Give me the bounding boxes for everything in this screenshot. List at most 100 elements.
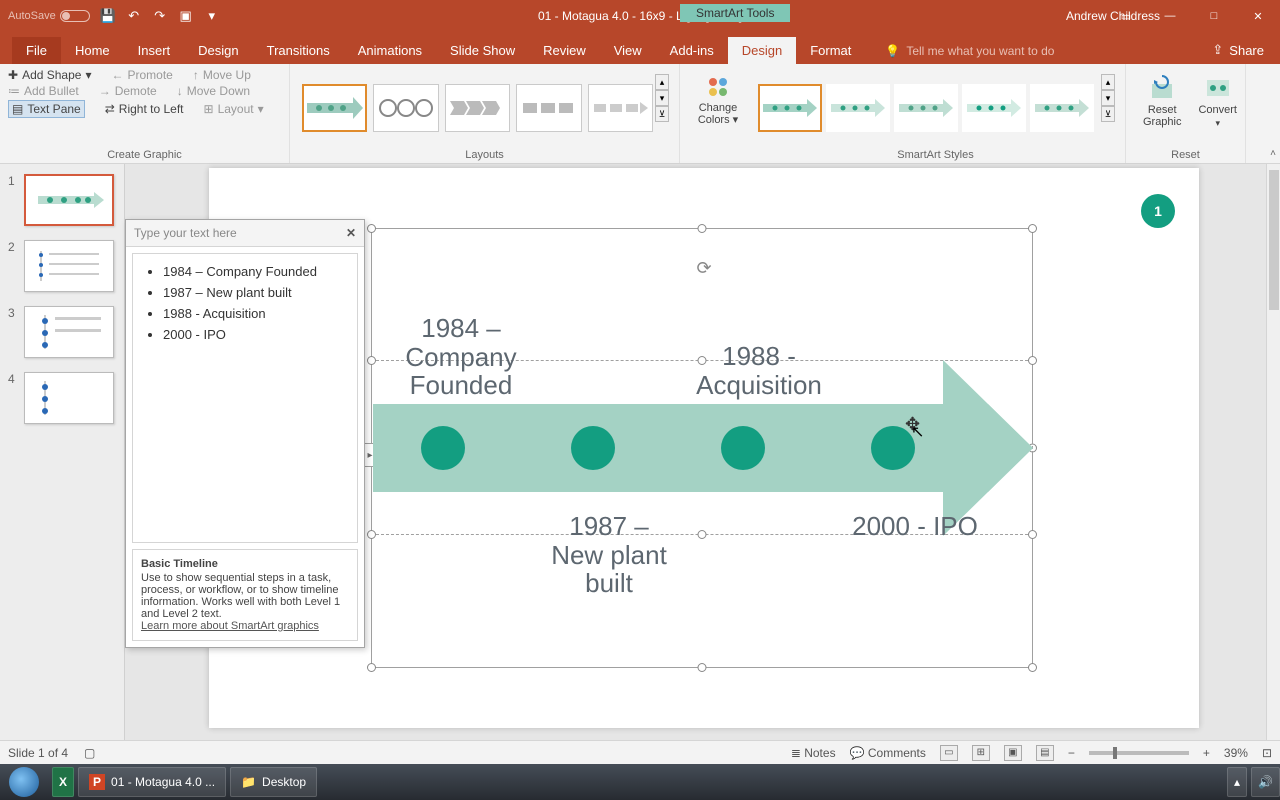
add-shape-button[interactable]: ✚ Add Shape ▾ — [8, 68, 91, 82]
reset-graphic-button[interactable]: Reset Graphic — [1134, 74, 1190, 147]
comments-button[interactable]: 💬 Comments — [850, 746, 926, 760]
start-button[interactable] — [0, 764, 48, 800]
move-up-button[interactable]: ↑ Move Up — [193, 68, 251, 82]
style-5[interactable] — [1030, 84, 1094, 132]
thumbnail-slide-3[interactable] — [24, 306, 114, 358]
move-down-button[interactable]: ↓ Move Down — [177, 84, 250, 98]
gallery-more-button[interactable]: ⊻ — [655, 106, 669, 122]
layout-chevron[interactable] — [445, 84, 510, 132]
style-2[interactable] — [826, 84, 890, 132]
change-colors-button[interactable]: Change Colors ▾ — [680, 64, 746, 163]
share-button[interactable]: ⇪ Share — [1212, 42, 1264, 64]
tab-insert[interactable]: Insert — [124, 37, 185, 64]
slide-thumbnails: 1 2 3 4 — [0, 164, 125, 740]
text-pane-item[interactable]: 1984 – Company Founded — [163, 264, 349, 279]
close-button[interactable]: ✕ — [1236, 0, 1280, 32]
group-reset: Reset Graphic Convert▾ Reset — [1126, 64, 1246, 163]
timeline-node-3[interactable] — [721, 426, 765, 470]
customize-qat-icon[interactable]: ▾ — [204, 8, 220, 24]
style-simple-fill[interactable] — [758, 84, 822, 132]
timeline-node-1[interactable] — [421, 426, 465, 470]
rotate-handle-icon[interactable]: ⟳ — [696, 258, 711, 279]
text-pane-item[interactable]: 1988 - Acquisition — [163, 306, 349, 321]
zoom-level[interactable]: 39% — [1224, 746, 1248, 760]
thumbnail-slide-4[interactable] — [24, 372, 114, 424]
layout-basic-timeline[interactable] — [302, 84, 367, 132]
timeline-node-4[interactable] — [871, 426, 915, 470]
slide-counter[interactable]: Slide 1 of 4 — [8, 746, 68, 760]
zoom-in-button[interactable]: + — [1203, 746, 1210, 760]
taskbar-desktop[interactable]: 📁 Desktop — [230, 767, 317, 797]
learn-more-link[interactable]: Learn more about SmartArt graphics — [141, 620, 319, 632]
text-pane-item[interactable]: 1987 – New plant built — [163, 285, 349, 300]
tab-transitions[interactable]: Transitions — [253, 37, 344, 64]
minimize-button[interactable]: ― — [1148, 0, 1192, 32]
tell-me-search[interactable]: 💡 Tell me what you want to do — [885, 44, 1054, 64]
tab-addins[interactable]: Add-ins — [656, 37, 728, 64]
tray-up-icon[interactable]: ▴ — [1227, 767, 1247, 797]
add-bullet-button[interactable]: ≔ Add Bullet — [8, 84, 79, 98]
notes-button[interactable]: ≣ Notes — [791, 746, 836, 760]
timeline-label-2[interactable]: 1987 –New plantbuilt — [539, 512, 679, 598]
spellcheck-icon[interactable]: ▢ — [84, 746, 95, 760]
group-layouts: ▴ ▾ ⊻ Layouts — [290, 64, 680, 163]
thumbnail-slide-2[interactable] — [24, 240, 114, 292]
text-pane-close-icon[interactable]: ✕ — [346, 226, 356, 240]
taskbar-powerpoint[interactable]: P 01 - Motagua 4.0 ... — [78, 767, 226, 797]
timeline-label-4[interactable]: 2000 - IPO — [835, 512, 995, 541]
slideshow-view-button[interactable]: ▤ — [1036, 745, 1054, 761]
text-pane[interactable]: Type your text here ✕ 1984 – Company Fou… — [125, 219, 365, 648]
save-icon[interactable]: 💾 — [100, 8, 116, 24]
timeline-label-1[interactable]: 1984 –CompanyFounded — [391, 314, 531, 400]
undo-icon[interactable]: ↶ — [126, 8, 142, 24]
layout-arrow-boxes-2[interactable] — [588, 84, 653, 132]
gallery-down-button[interactable]: ▾ — [655, 90, 669, 106]
sorter-view-button[interactable]: ⊞ — [972, 745, 990, 761]
taskbar-excel[interactable]: X — [52, 767, 74, 797]
autosave-toggle[interactable]: AutoSave — [8, 10, 90, 22]
demote-button[interactable]: → Demote — [99, 84, 157, 98]
group-label-layouts: Layouts — [298, 147, 671, 163]
right-to-left-button[interactable]: ⇄ Right to Left — [105, 100, 184, 118]
tab-slideshow[interactable]: Slide Show — [436, 37, 529, 64]
style-4[interactable] — [962, 84, 1026, 132]
promote-button[interactable]: ← Promote — [111, 68, 172, 82]
tab-home[interactable]: Home — [61, 37, 124, 64]
start-from-beginning-icon[interactable]: ▣ — [178, 8, 194, 24]
maximize-button[interactable]: □ — [1192, 0, 1236, 32]
tab-design[interactable]: Design — [184, 37, 252, 64]
convert-button[interactable]: Convert▾ — [1198, 74, 1237, 147]
text-pane-body[interactable]: 1984 – Company Founded 1987 – New plant … — [132, 253, 358, 543]
tab-view[interactable]: View — [600, 37, 656, 64]
tray-volume-icon[interactable]: 🔊 — [1251, 767, 1280, 797]
ribbon-display-icon[interactable]: ▭ — [1104, 0, 1148, 32]
tab-review[interactable]: Review — [529, 37, 600, 64]
tab-format[interactable]: Format — [796, 37, 865, 64]
redo-icon[interactable]: ↷ — [152, 8, 168, 24]
normal-view-button[interactable]: ▭ — [940, 745, 958, 761]
gallery-up-button[interactable]: ▴ — [655, 74, 669, 90]
styles-more-button[interactable]: ⊻ — [1101, 106, 1115, 122]
vertical-scrollbar[interactable] — [1266, 164, 1280, 740]
tab-file[interactable]: File — [12, 37, 61, 64]
thumbnail-slide-1[interactable] — [24, 174, 114, 226]
collapse-ribbon-icon[interactable]: ˄ — [1270, 148, 1276, 159]
timeline-label-3[interactable]: 1988 -Acquisition — [669, 342, 849, 399]
layout-circle-process[interactable] — [373, 84, 438, 132]
reading-view-button[interactable]: ▣ — [1004, 745, 1022, 761]
styles-down-button[interactable]: ▾ — [1101, 90, 1115, 106]
text-pane-button[interactable]: ▤ Text Pane — [8, 100, 85, 118]
tab-animations[interactable]: Animations — [344, 37, 436, 64]
zoom-out-button[interactable]: − — [1068, 746, 1075, 760]
timeline-node-2[interactable] — [571, 426, 615, 470]
styles-up-button[interactable]: ▴ — [1101, 74, 1115, 90]
zoom-slider[interactable] — [1089, 751, 1189, 755]
style-3[interactable] — [894, 84, 958, 132]
layout-arrow-boxes[interactable] — [516, 84, 581, 132]
ribbon: ✚ Add Shape ▾ ← Promote ↑ Move Up ≔ Add … — [0, 64, 1280, 164]
fit-to-window-button[interactable]: ⊡ — [1262, 746, 1272, 760]
smartart-timeline[interactable] — [373, 404, 1033, 492]
text-pane-item[interactable]: 2000 - IPO — [163, 327, 349, 342]
tab-smartart-design[interactable]: Design — [728, 37, 796, 64]
layout-button[interactable]: ⊞ Layout ▾ — [204, 100, 264, 118]
